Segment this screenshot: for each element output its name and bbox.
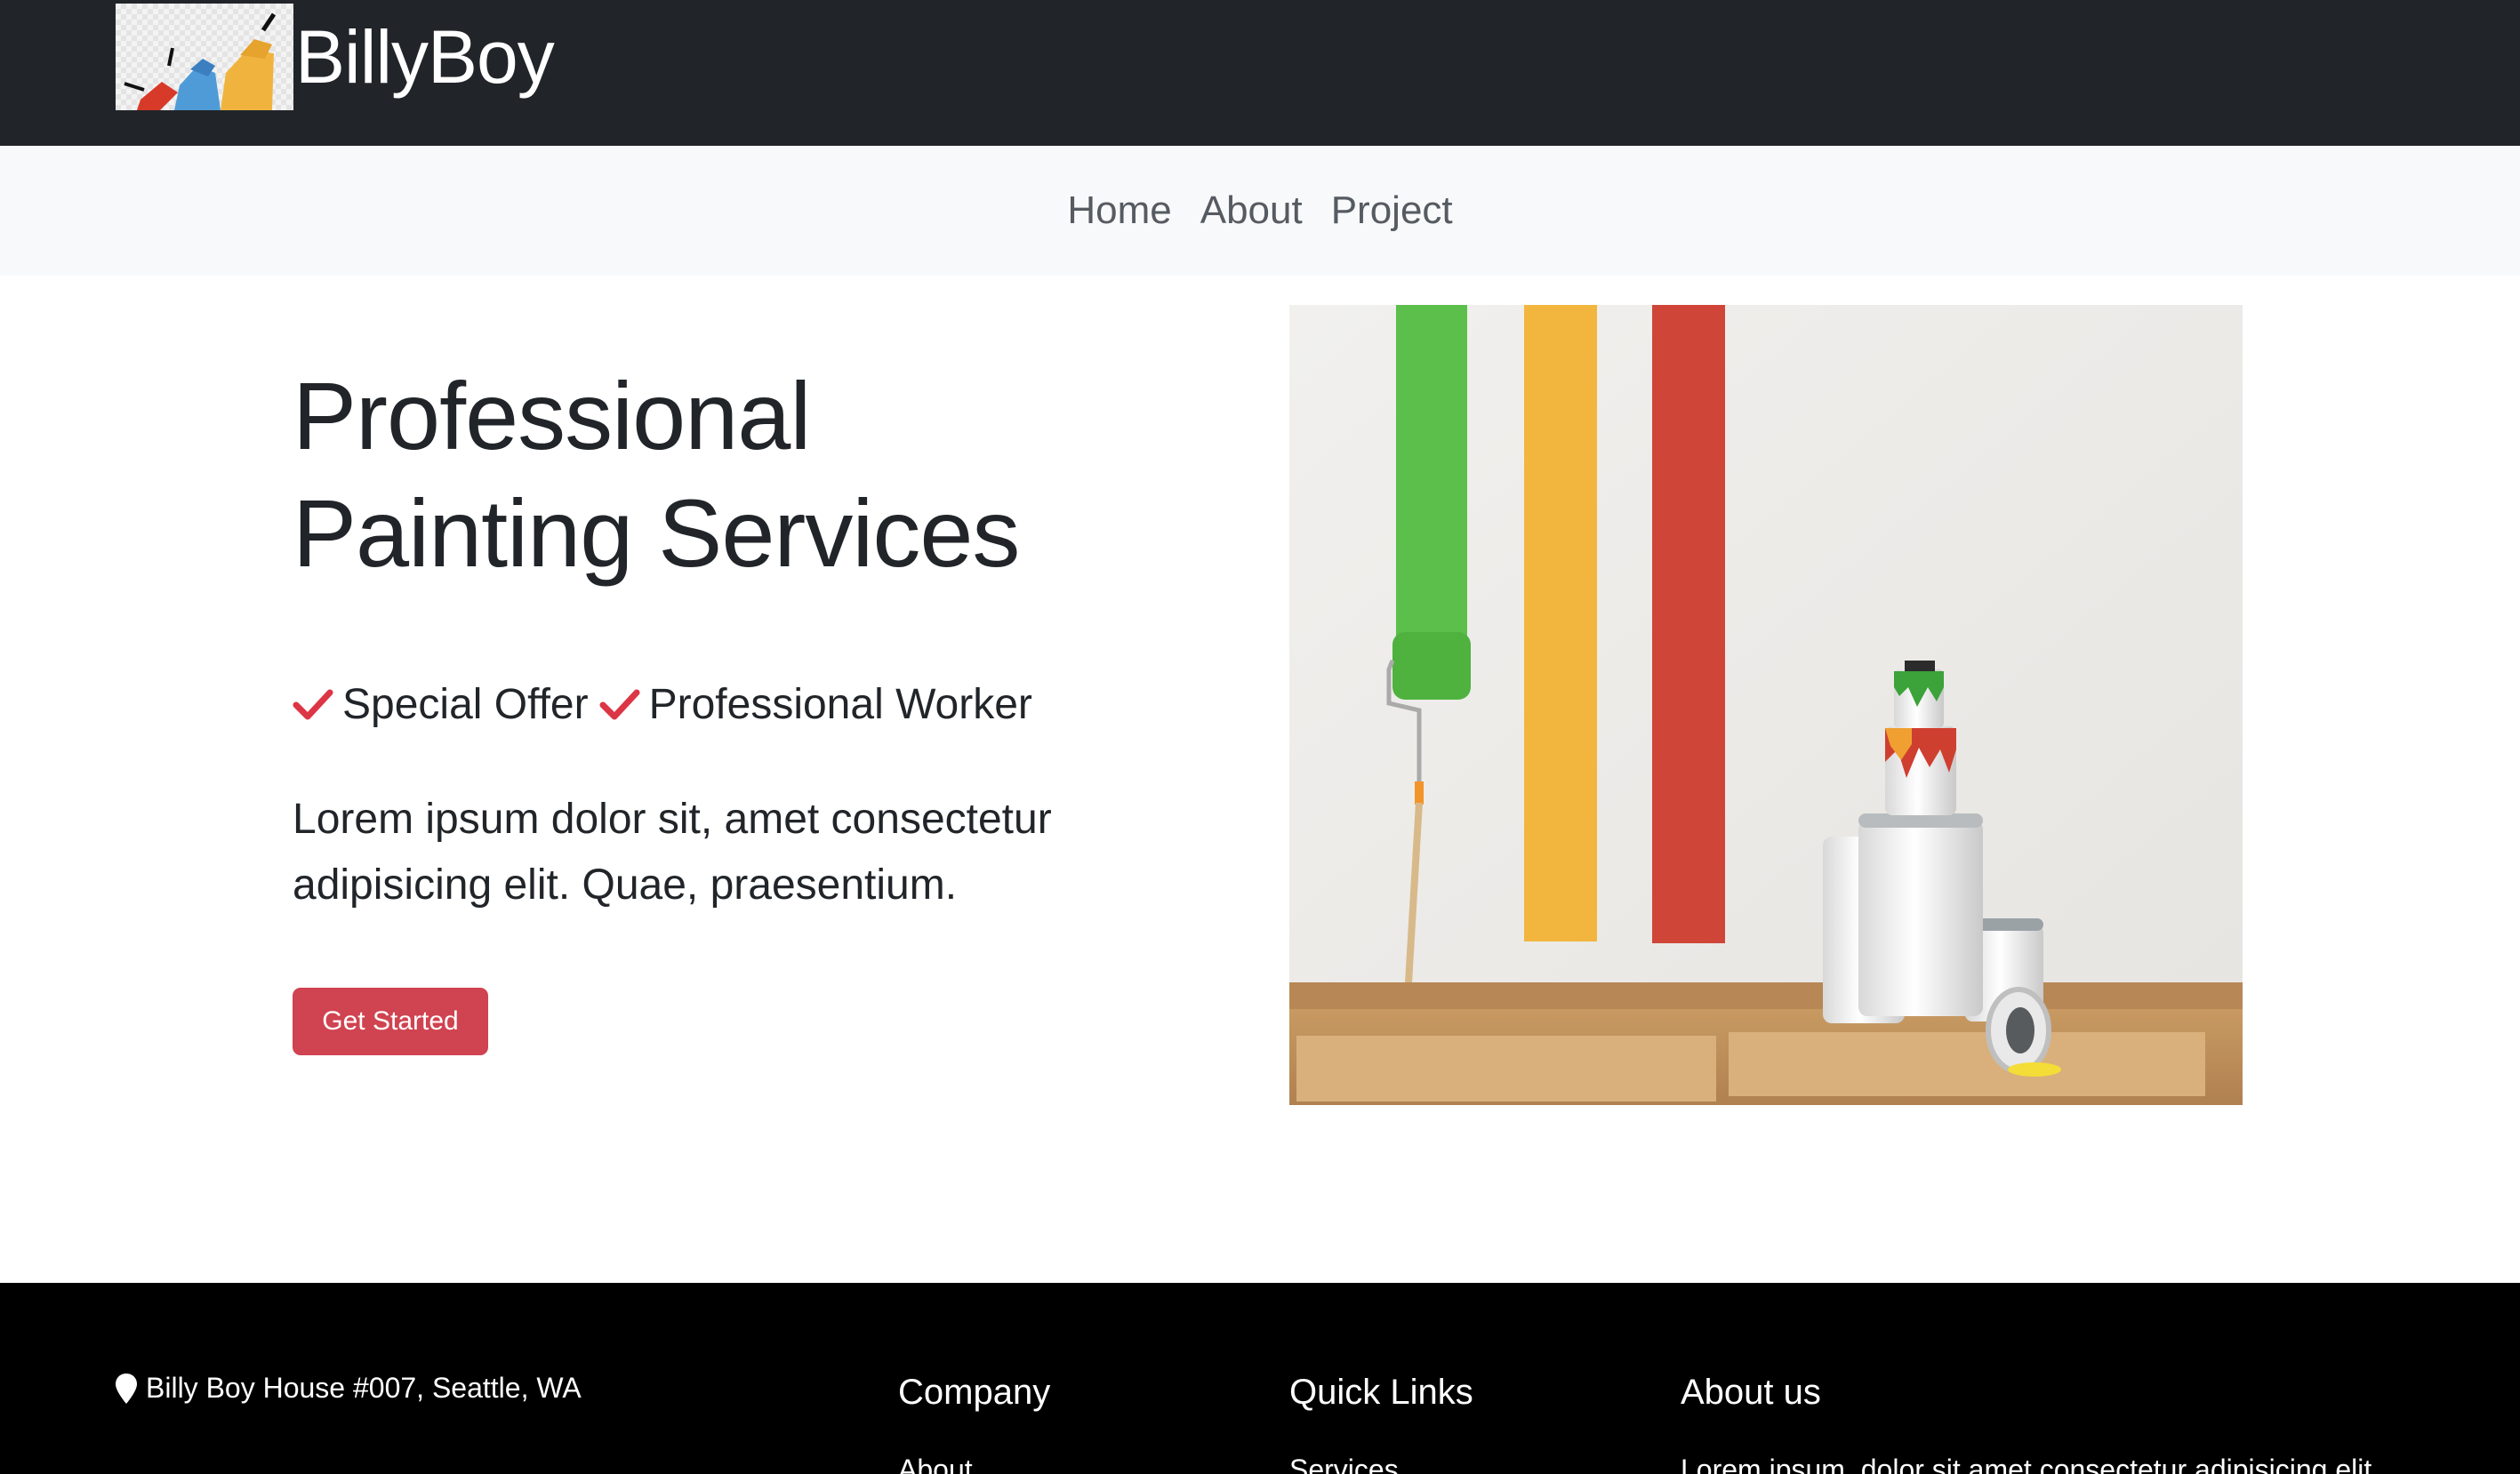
brand[interactable]: BillyBoy [116, 4, 555, 110]
painted-wall-image [1289, 305, 2243, 1105]
feature-list: Special Offer Professional Worker [293, 680, 1043, 729]
footer-quick-links-column: Quick Links Services [1289, 1372, 1473, 1474]
brand-name: BillyBoy [295, 15, 555, 99]
nav-about[interactable]: About [1200, 188, 1303, 233]
hero-description: Lorem ipsum dolor sit, amet consectetur … [293, 796, 1052, 909]
get-started-button[interactable]: Get Started [293, 988, 488, 1055]
footer-link-about[interactable]: About [898, 1454, 1050, 1474]
footer-column-title: About us [1681, 1373, 1821, 1412]
checkmark-icon [293, 689, 333, 719]
hero-title: Professional Painting Services [293, 357, 1093, 592]
footer-column-title: Company [898, 1373, 1051, 1412]
site-footer: Billy Boy House #007, Seattle, WA Compan… [0, 1283, 2520, 1474]
address-text: Billy Boy House #007, Seattle, WA [146, 1372, 582, 1404]
map-pin-icon [116, 1373, 137, 1404]
checkmark-icon [599, 689, 640, 719]
paint-rollers-logo-icon [116, 4, 293, 110]
footer-company-column: Company About [898, 1372, 1050, 1474]
feature-special-offer: Special Offer [293, 680, 589, 729]
footer-link-services[interactable]: Services [1289, 1454, 1473, 1474]
hero-title-line-2: Painting Services [293, 479, 1020, 587]
feature-label: Special Offer [342, 681, 589, 728]
footer-about-text: Lorem ipsum, dolor sit amet consectetur … [1681, 1454, 2380, 1474]
feature-professional-worker: Professional Worker [599, 680, 1032, 729]
site-header: BillyBoy [0, 0, 2520, 146]
footer-about-column: About us Lorem ipsum, dolor sit amet con… [1681, 1372, 2508, 1474]
footer-address: Billy Boy House #007, Seattle, WA [116, 1372, 582, 1405]
main-nav: Home About Project [0, 146, 2520, 276]
feature-label: Professional Worker [648, 681, 1032, 728]
nav-home[interactable]: Home [1067, 188, 1171, 233]
nav-project[interactable]: Project [1331, 188, 1453, 233]
footer-column-title: Quick Links [1289, 1373, 1473, 1412]
hero-title-line-1: Professional [293, 362, 811, 469]
